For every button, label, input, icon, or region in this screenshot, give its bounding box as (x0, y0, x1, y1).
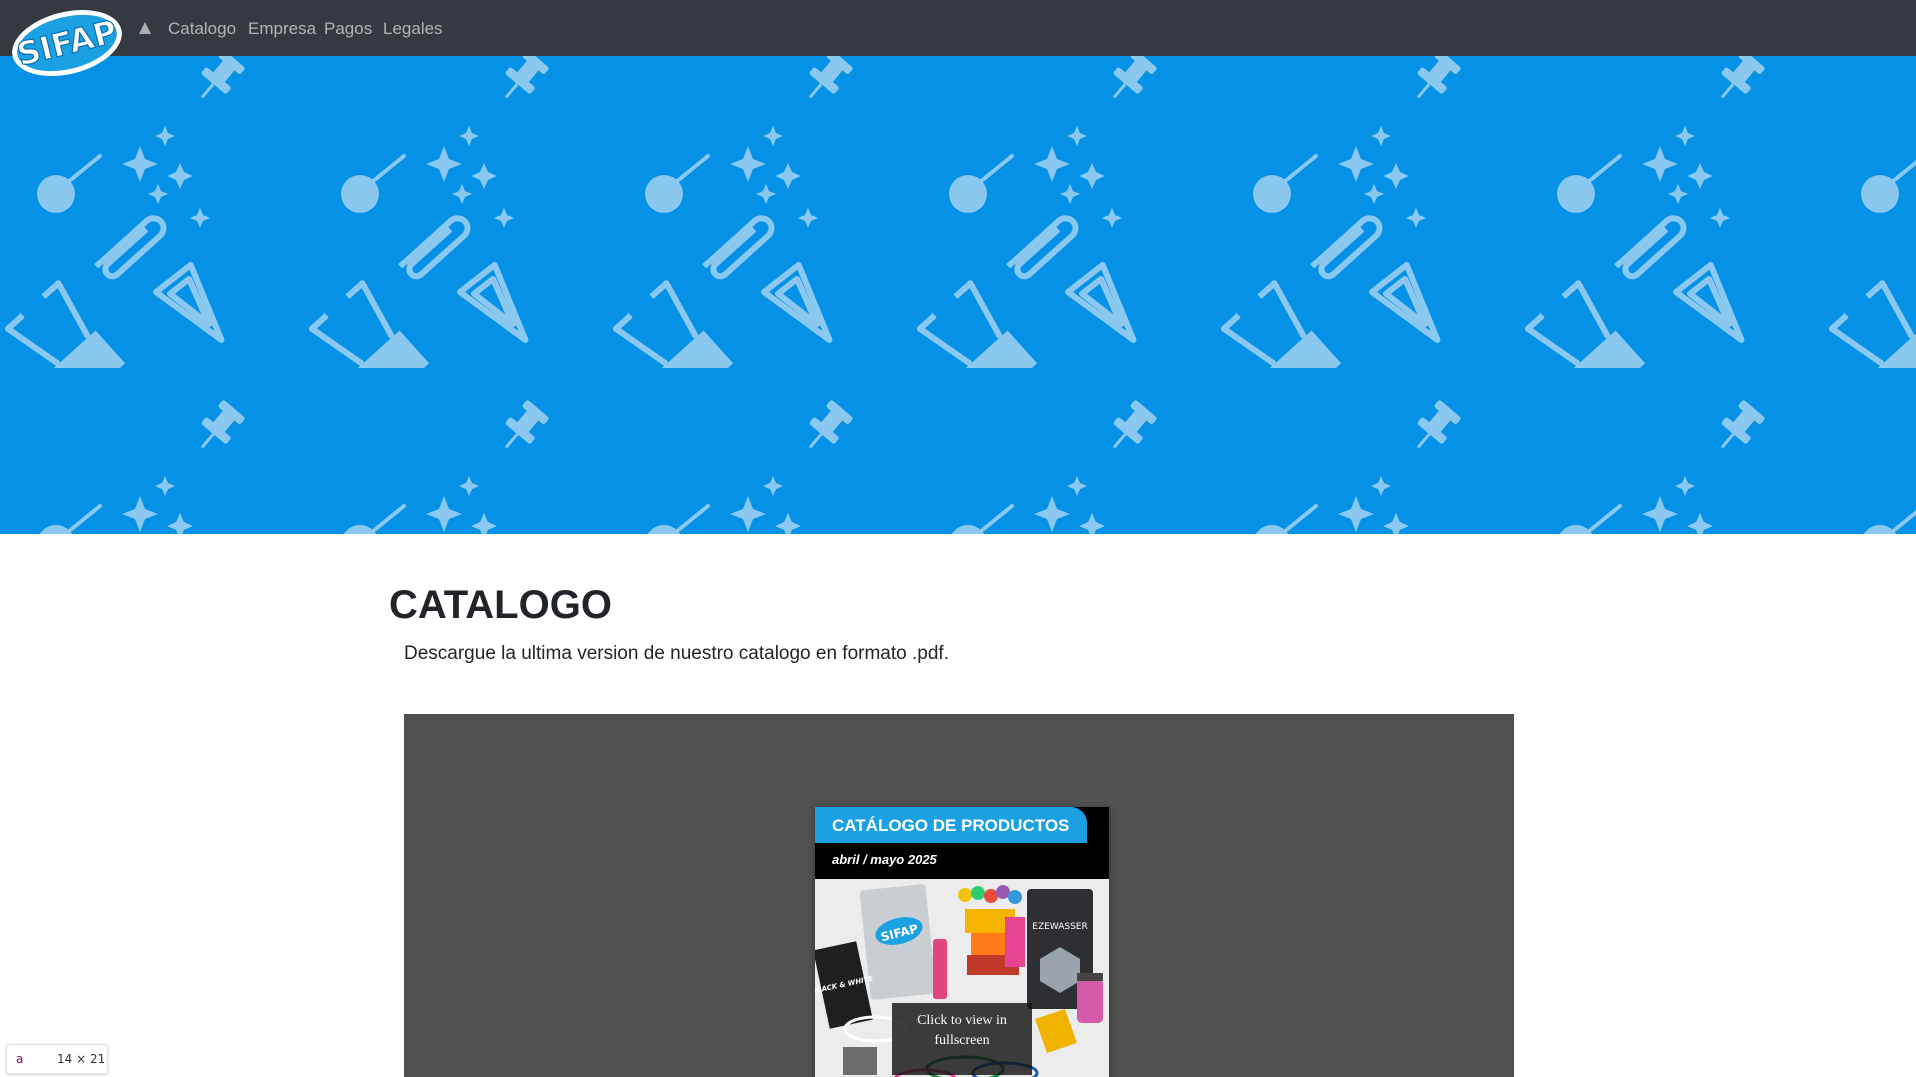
cover-title-tab: CATÁLOGO DE PRODUCTOS (815, 807, 1087, 843)
nav-link-catalogo[interactable]: Catalogo (168, 18, 236, 40)
cover-date: abril / mayo 2025 (832, 852, 937, 867)
cover-title: CATÁLOGO DE PRODUCTOS (832, 816, 1070, 835)
inspector-badge-tag: a (16, 1052, 24, 1066)
fullscreen-overlay[interactable]: Click to view in fullscreen (892, 1003, 1032, 1075)
supplies-pattern (0, 56, 1916, 534)
page-title: CATALOGO (389, 583, 612, 627)
inspector-badge: a 14 × 21 (6, 1044, 108, 1074)
top-navbar: Catalogo Empresa Pagos Legales (0, 0, 1916, 56)
catalog-cover[interactable]: CATÁLOGO DE PRODUCTOS abril / mayo 2025 … (815, 807, 1109, 1077)
nav-link-pagos[interactable]: Pagos (324, 18, 372, 40)
pdf-viewer[interactable]: CATÁLOGO DE PRODUCTOS abril / mayo 2025 … (404, 714, 1514, 1077)
cover-product-label-ezewasser: EZEWASSER (1032, 922, 1087, 932)
nav-link-empresa[interactable]: Empresa (248, 18, 316, 40)
sifap-logo[interactable]: SIFAP (10, 6, 126, 76)
triangle-up-icon[interactable] (138, 21, 152, 35)
nav-link-legales[interactable]: Legales (383, 18, 443, 40)
inspector-badge-size: 14 × 21 (57, 1052, 106, 1066)
hero-banner (0, 56, 1916, 534)
page-subtitle: Descargue la ultima version de nuestro c… (404, 643, 949, 664)
